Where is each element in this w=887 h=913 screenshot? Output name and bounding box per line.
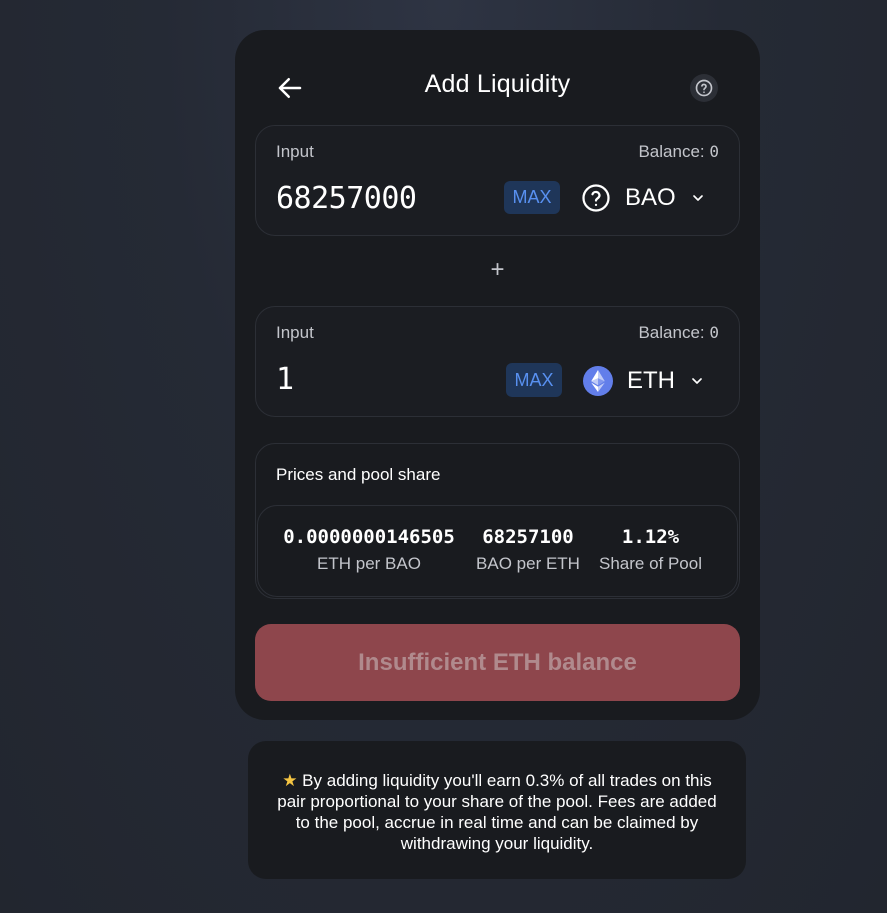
stat-value: 68257100 — [482, 526, 574, 548]
token-selector-bao[interactable]: BAO — [581, 181, 706, 215]
insufficient-balance-button[interactable]: Insufficient ETH balance — [255, 624, 740, 701]
token-selector-eth[interactable]: ETH — [583, 364, 705, 398]
question-circle-icon — [695, 79, 713, 97]
page-title: Add Liquidity — [424, 70, 571, 98]
stat-label: ETH per BAO — [317, 554, 421, 573]
chevron-down-icon — [690, 190, 706, 206]
question-circle-icon — [581, 183, 611, 213]
stat-value: 1.12% — [621, 526, 680, 548]
balance-value: 0 — [709, 142, 719, 161]
max-button[interactable]: MAX — [506, 363, 562, 397]
section-title: Prices and pool share — [276, 465, 441, 484]
token-symbol: ETH — [627, 367, 675, 394]
stat-value: 0.0000000146505 — [283, 526, 455, 548]
balance-text: Balance: 0 — [638, 323, 719, 343]
note-fee: 0.3% — [525, 771, 565, 790]
stat-share-of-pool: 1.12% Share of Pool — [593, 526, 708, 574]
liquidity-info-note: ★ By adding liquidity you'll earn 0.3% o… — [248, 741, 746, 879]
chevron-down-icon — [689, 373, 705, 389]
prices-pool-share-section: Prices and pool share 0.0000000146505 ET… — [255, 443, 740, 599]
ethereum-icon — [583, 366, 613, 396]
input-label: Input — [276, 323, 314, 342]
token-symbol: BAO — [625, 184, 676, 211]
stat-bao-per-eth: 68257100 BAO per ETH — [468, 526, 588, 574]
stat-label: Share of Pool — [598, 554, 702, 573]
add-liquidity-card: Add Liquidity Input Balance: 0 68257000 … — [235, 30, 760, 720]
stat-label: BAO per ETH — [476, 554, 580, 573]
balance-label: Balance: — [638, 142, 710, 161]
amount-input[interactable]: 1 — [276, 362, 294, 397]
max-button[interactable]: MAX — [504, 181, 560, 214]
amount-input[interactable]: 68257000 — [276, 181, 417, 216]
star-icon: ★ — [282, 771, 298, 790]
input-panel-eth: Input Balance: 0 1 MAX ETH — [255, 306, 740, 417]
stat-eth-per-bao: 0.0000000146505 ETH per BAO — [278, 526, 460, 574]
balance-value: 0 — [709, 323, 719, 342]
balance-label: Balance: — [638, 323, 710, 342]
input-label: Input — [276, 142, 314, 161]
input-panel-bao: Input Balance: 0 68257000 MAX BAO — [255, 125, 740, 236]
plus-icon: + — [490, 256, 505, 283]
balance-text: Balance: 0 — [638, 142, 719, 162]
prices-stats: 0.0000000146505 ETH per BAO 68257100 BAO… — [257, 505, 738, 597]
help-button[interactable] — [690, 74, 718, 102]
note-text-before: By adding liquidity you'll earn — [297, 771, 526, 790]
